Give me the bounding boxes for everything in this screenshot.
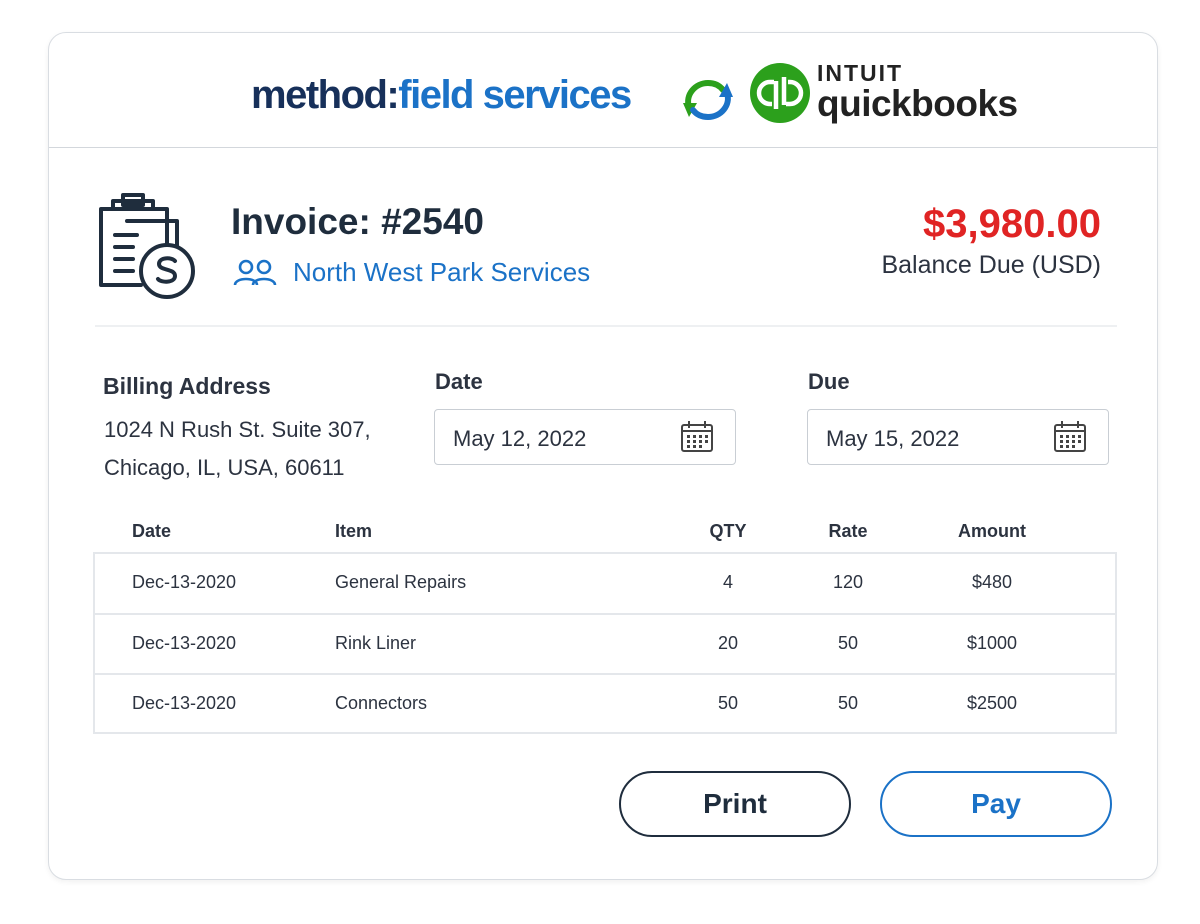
date-field[interactable]: May 12, 2022: [434, 409, 736, 465]
invoice-title: Invoice: #2540: [231, 201, 484, 242]
row-item: General Repairs: [335, 572, 467, 592]
method-logo-part2: field services: [398, 73, 632, 117]
qb-quickbooks-text: quickbooks: [817, 83, 1018, 124]
billing-address-label: Billing Address: [103, 373, 271, 399]
users-icon: [233, 259, 277, 285]
row-rate: 120: [832, 572, 864, 592]
row-qty: 20: [717, 633, 739, 653]
table-row[interactable]: Dec-13-2020 Connectors 50 50 $2500: [95, 673, 1115, 735]
pay-button[interactable]: Pay: [880, 771, 1112, 837]
row-rate: 50: [837, 693, 859, 713]
due-date-field[interactable]: May 15, 2022: [807, 409, 1109, 465]
row-amount: $1000: [966, 633, 1018, 653]
column-header-date: Date: [132, 521, 172, 541]
row-date: Dec-13-2020: [132, 693, 237, 713]
print-button[interactable]: Print: [619, 771, 851, 837]
invoice-clipboard-dollar-icon: [99, 193, 195, 299]
date-label: Date: [435, 369, 483, 394]
due-date-value: May 15, 2022: [826, 426, 960, 451]
quickbooks-wordmark: INTUIT quickbooks: [817, 61, 1018, 123]
brand-header: method:field services INTUIT quickbooks: [49, 33, 1157, 148]
column-header-rate: Rate: [828, 521, 868, 541]
sync-arrows-icon: [683, 79, 733, 121]
row-amount: $480: [971, 572, 1013, 592]
column-header-amount: Amount: [958, 521, 1026, 541]
line-items-table: Dec-13-2020 General Repairs 4 120 $480 D…: [93, 552, 1117, 734]
table-row[interactable]: Dec-13-2020 General Repairs 4 120 $480: [95, 554, 1115, 614]
date-value: May 12, 2022: [453, 426, 587, 451]
calendar-icon[interactable]: [1052, 419, 1088, 455]
row-qty: 4: [722, 572, 734, 592]
row-rate: 50: [837, 633, 859, 653]
customer-name: North West Park Services: [293, 257, 591, 287]
table-row[interactable]: Dec-13-2020 Rink Liner 20 50 $1000: [95, 613, 1115, 675]
column-header-qty: QTY: [709, 521, 747, 541]
row-item: Connectors: [335, 693, 428, 713]
row-qty: 50: [717, 693, 739, 713]
balance-amount: $3,980.00: [923, 202, 1101, 246]
balance-due: $3,980.00 Balance Due (USD): [881, 201, 1101, 280]
billing-address-line1: 1024 N Rush St. Suite 307,: [104, 417, 371, 442]
balance-label: Balance Due (USD): [881, 251, 1101, 279]
method-logo: method:field services: [251, 73, 632, 118]
row-date: Dec-13-2020: [132, 572, 237, 592]
calendar-icon[interactable]: [679, 419, 715, 455]
row-amount: $2500: [966, 693, 1018, 713]
row-item: Rink Liner: [335, 633, 417, 653]
method-logo-part1: method:: [251, 73, 400, 117]
due-label: Due: [808, 369, 850, 394]
customer-link[interactable]: North West Park Services: [233, 257, 590, 288]
quickbooks-logo-icon: [750, 63, 810, 123]
row-date: Dec-13-2020: [132, 633, 237, 653]
invoice-card: method:field services INTUIT quickbooks: [48, 32, 1158, 880]
section-divider: [95, 325, 1117, 327]
billing-address-line2: Chicago, IL, USA, 60611: [104, 455, 345, 480]
column-header-item: Item: [335, 521, 373, 541]
qb-intuit-text: INTUIT: [817, 60, 904, 86]
